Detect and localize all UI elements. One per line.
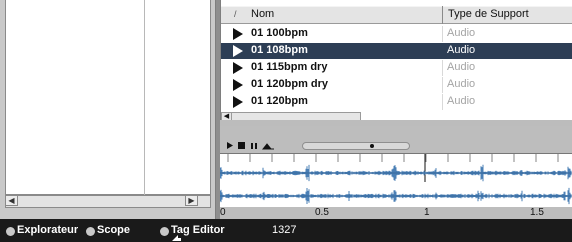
cell-divider [442, 94, 443, 110]
media-type: Audio [447, 78, 476, 90]
file-list-horizontal-scrollbar[interactable]: ◀ [221, 112, 361, 120]
play-icon[interactable] [233, 28, 243, 40]
status-bar: Explorateur Scope Tag Editor 1327 [0, 219, 572, 242]
table-row-selected[interactable]: 01 108bpm Audio [221, 43, 572, 59]
timeline-label: 0 [220, 207, 226, 218]
cell-divider [442, 60, 443, 76]
waveform-display[interactable] [220, 153, 572, 207]
mouse-cursor-icon [172, 235, 181, 241]
column-header-media-type[interactable]: Type de Support [448, 8, 529, 20]
media-type: Audio [447, 95, 476, 107]
stop-icon[interactable] [238, 142, 245, 149]
file-name: 01 115bpm dry [251, 61, 328, 73]
autoplay-icon[interactable] [261, 143, 274, 150]
preview-transport [220, 126, 572, 150]
file-name: 01 108bpm [251, 44, 308, 56]
file-list-pane: / Nom Type de Support 01 100bpm Audio 01… [220, 0, 572, 126]
column-divider[interactable] [144, 0, 145, 195]
table-row[interactable]: 01 115bpm dry Audio [221, 60, 572, 76]
header-column-divider[interactable] [442, 6, 443, 24]
media-type: Audio [447, 44, 476, 56]
tab-indicator-icon [160, 227, 169, 236]
timeline-label: 1.5 [530, 207, 544, 218]
scroll-left-button[interactable]: ◀ [5, 195, 18, 206]
play-icon[interactable] [233, 96, 243, 108]
media-type: Audio [447, 27, 476, 39]
table-row[interactable]: 01 120bpm dry Audio [221, 77, 572, 93]
tab-indicator-icon [6, 227, 15, 236]
cell-divider [442, 26, 443, 42]
file-name: 01 120bpm [251, 95, 308, 107]
waveform-svg [220, 154, 572, 205]
timeline-label: 0.5 [315, 207, 329, 218]
explorer-pane: ◀ ▶ [0, 0, 216, 219]
timeline-label: 1 [424, 207, 430, 218]
scroll-left-button[interactable]: ◀ [222, 113, 232, 120]
play-icon[interactable] [233, 79, 243, 91]
slider-handle[interactable] [370, 144, 374, 148]
play-icon[interactable] [233, 45, 243, 57]
item-count: 1327 [272, 224, 297, 236]
explorer-horizontal-scrollbar[interactable]: ◀ ▶ [5, 195, 211, 208]
pause-icon-bar [255, 143, 257, 149]
preview-volume-slider[interactable] [302, 142, 410, 150]
cell-divider [442, 77, 443, 93]
play-icon[interactable] [233, 62, 243, 74]
file-name: 01 120bpm dry [251, 78, 329, 90]
table-row[interactable]: 01 120bpm Audio [221, 94, 572, 110]
tab-explorer[interactable]: Explorateur [17, 224, 78, 236]
table-row[interactable]: 01 100bpm Audio [221, 26, 572, 42]
sort-indicator[interactable]: / [234, 9, 237, 19]
media-type: Audio [447, 61, 476, 73]
folder-tree[interactable] [5, 0, 211, 195]
column-header-name[interactable]: Nom [251, 8, 274, 20]
scroll-right-button[interactable]: ▶ [185, 195, 198, 206]
file-table: / Nom Type de Support 01 100bpm Audio 01… [220, 0, 572, 120]
tab-scope[interactable]: Scope [97, 224, 130, 236]
pause-icon[interactable] [251, 143, 253, 149]
file-name: 01 100bpm [251, 27, 308, 39]
transport-controls [227, 142, 274, 150]
play-icon[interactable] [227, 142, 233, 149]
preview-pane: 0 0.5 1 1.5 [220, 126, 572, 219]
tab-indicator-icon [86, 227, 95, 236]
